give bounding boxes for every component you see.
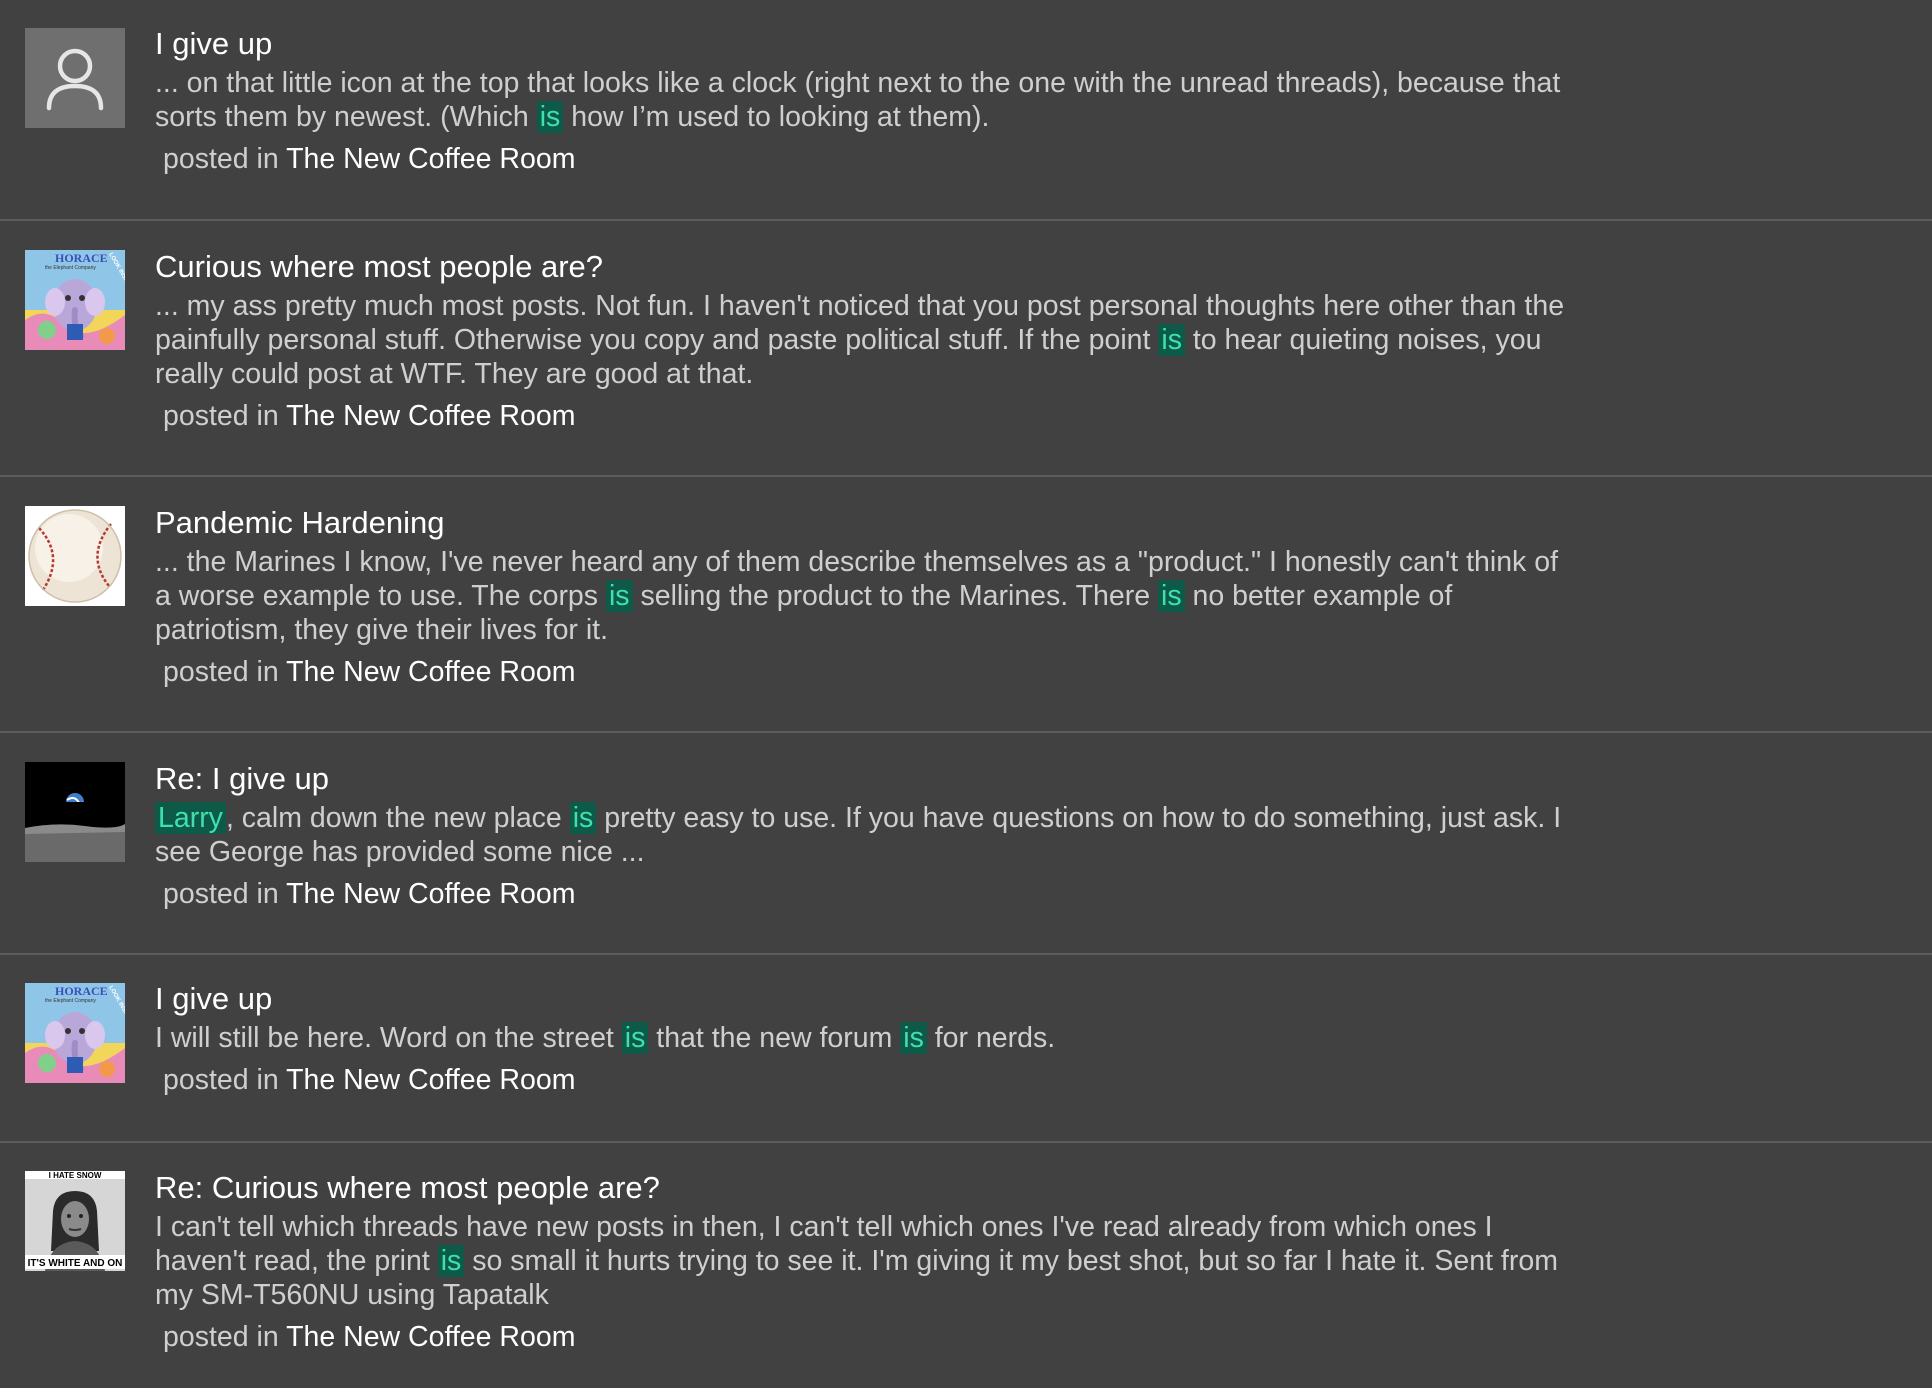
- default-user-icon[interactable]: [25, 28, 125, 128]
- posted-in-label: posted in: [163, 878, 279, 910]
- horace-elephant-avatar[interactable]: HORACE the Elephant Company LOOK INSIDE: [25, 250, 125, 350]
- result-title[interactable]: I give up: [155, 24, 1575, 64]
- result-title[interactable]: Re: Curious where most people are?: [155, 1168, 1575, 1208]
- result-meta: posted in The New Coffee Room: [163, 142, 1575, 176]
- posted-in-label: posted in: [163, 1064, 279, 1096]
- search-highlight: is: [621, 1022, 649, 1054]
- result-meta: posted in The New Coffee Room: [163, 1063, 1575, 1097]
- result-meta: posted in The New Coffee Room: [163, 655, 1575, 689]
- svg-text:the Elephant Company: the Elephant Company: [45, 998, 96, 1004]
- result-meta: posted in The New Coffee Room: [163, 1320, 1575, 1354]
- result-title[interactable]: Curious where most people are?: [155, 247, 1575, 287]
- search-result: I HATE SNOW IT'S WHITE AND ON Re: Curiou…: [0, 1143, 1932, 1388]
- category-link[interactable]: The New Coffee Room: [286, 656, 575, 688]
- posted-in-label: posted in: [163, 400, 279, 432]
- category-link[interactable]: The New Coffee Room: [286, 400, 575, 432]
- search-result: HORACE the Elephant Company LOOK INSIDE …: [0, 955, 1932, 1143]
- svg-text:IT'S WHITE AND ON: IT'S WHITE AND ON: [28, 1258, 123, 1269]
- result-snippet: I will still be here. Word on the street…: [155, 1022, 1056, 1054]
- result-title[interactable]: Re: I give up: [155, 759, 1575, 799]
- search-highlight: is: [900, 1022, 927, 1054]
- result-snippet: ... on that little icon at the top that …: [155, 67, 1561, 133]
- earthrise-avatar[interactable]: [25, 762, 125, 862]
- result-title[interactable]: I give up: [155, 979, 1575, 1019]
- result-title[interactable]: Pandemic Hardening: [155, 503, 1575, 543]
- svg-text:HORACE: HORACE: [55, 984, 108, 998]
- result-meta: posted in The New Coffee Room: [163, 877, 1575, 911]
- search-highlight: is: [437, 1245, 465, 1277]
- search-highlight: is: [605, 580, 633, 612]
- horace-elephant-avatar[interactable]: HORACE the Elephant Company LOOK INSIDE: [25, 983, 125, 1083]
- result-snippet: ... the Marines I know, I've never heard…: [155, 546, 1558, 646]
- svg-text:HORACE: HORACE: [55, 251, 108, 265]
- search-highlight: is: [569, 802, 597, 834]
- category-link[interactable]: The New Coffee Room: [286, 143, 575, 175]
- result-snippet: Larry, calm down the new place is pretty…: [155, 802, 1562, 868]
- posted-in-label: posted in: [163, 656, 279, 688]
- category-link[interactable]: The New Coffee Room: [286, 878, 575, 910]
- search-result: Pandemic Hardening ... the Marines I kno…: [0, 477, 1932, 733]
- baseball-avatar[interactable]: [25, 506, 125, 606]
- result-snippet: ... my ass pretty much most posts. Not f…: [155, 290, 1565, 390]
- search-results-list: I give up ... on that little icon at the…: [0, 0, 1932, 1388]
- search-result: Re: I give up Larry, calm down the new p…: [0, 733, 1932, 955]
- result-snippet: I can't tell which threads have new post…: [155, 1211, 1558, 1311]
- svg-text:the Elephant Company: the Elephant Company: [45, 265, 96, 271]
- svg-text:I HATE SNOW: I HATE SNOW: [49, 1171, 102, 1180]
- search-highlight: is: [1158, 324, 1185, 356]
- category-link[interactable]: The New Coffee Room: [286, 1321, 575, 1353]
- category-link[interactable]: The New Coffee Room: [286, 1064, 575, 1096]
- search-result: HORACE the Elephant Company LOOK INSIDE …: [0, 221, 1932, 477]
- posted-in-label: posted in: [163, 1321, 279, 1353]
- meme-portrait-avatar[interactable]: I HATE SNOW IT'S WHITE AND ON: [25, 1171, 125, 1271]
- posted-in-label: posted in: [163, 143, 279, 175]
- search-result: I give up ... on that little icon at the…: [0, 0, 1932, 221]
- result-meta: posted in The New Coffee Room: [163, 399, 1575, 433]
- search-highlight: Larry: [155, 802, 226, 834]
- search-highlight: is: [1157, 580, 1185, 612]
- search-highlight: is: [536, 101, 564, 133]
